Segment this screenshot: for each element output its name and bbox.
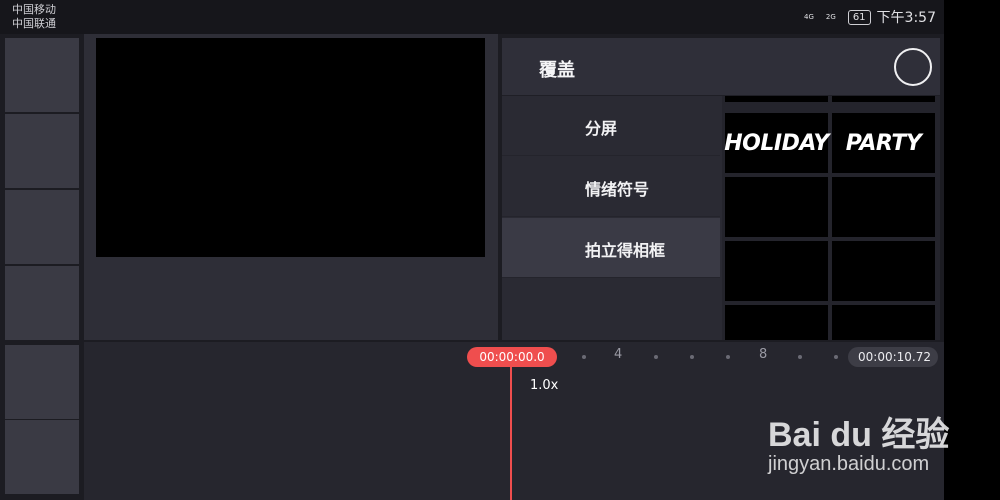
- back-icon[interactable]: [960, 348, 984, 372]
- carrier-1: 中国移动: [12, 3, 56, 16]
- settings-button[interactable]: [5, 266, 79, 340]
- ruler-dot: [834, 355, 838, 359]
- watermark-brand: Bai du 经验: [768, 416, 950, 454]
- ruler-mark: 8: [759, 347, 768, 362]
- ruler-dot: [798, 355, 802, 359]
- sticker-smiley[interactable]: [725, 177, 828, 237]
- network-label-1: 4G: [804, 13, 814, 21]
- redo-button[interactable]: [5, 114, 79, 188]
- category-thumbnail: [509, 106, 578, 146]
- status-bar: 中国移动 中国联通 4G 2G 61 下午3:57: [0, 0, 1000, 34]
- carrier-2: 中国联通: [12, 17, 56, 30]
- home-icon[interactable]: [960, 238, 984, 262]
- watermark: Bai du 经验 jingyan.baidu.com: [762, 395, 992, 495]
- overlay-panel: 覆盖 分屏 情绪符号 拍立得相框 更多: [502, 38, 940, 398]
- ruler-dot: [690, 355, 694, 359]
- sticker-polaroid-frame[interactable]: [725, 241, 828, 301]
- ruler-dot: [654, 355, 658, 359]
- sticker-grid: HOLIDAY PARTY: [722, 96, 940, 340]
- panel-title: 覆盖: [539, 60, 575, 81]
- watermark-url: jingyan.baidu.com: [768, 453, 930, 475]
- share-button[interactable]: [5, 190, 79, 264]
- category-thumbnail: [509, 228, 578, 268]
- category-label: 拍立得相框: [585, 241, 666, 260]
- category-emoticons[interactable]: 情绪符号: [502, 157, 720, 217]
- clock: 下午3:57: [876, 10, 936, 26]
- clip-info: 1.0x: [524, 378, 558, 393]
- sticker-party-text: PARTY: [845, 130, 922, 156]
- status-icons: 4G 2G 61 下午3:57: [792, 7, 936, 27]
- playhead[interactable]: [510, 366, 512, 500]
- chevron-right-icon: [702, 177, 714, 197]
- sticker-frame[interactable]: [832, 305, 935, 340]
- ruler-dot: [582, 355, 586, 359]
- sticker-holiday-text: HOLIDAY: [724, 130, 829, 156]
- chevron-right-icon: [702, 116, 714, 136]
- category-label: 情绪符号: [585, 180, 650, 199]
- sticker-tile[interactable]: [725, 96, 828, 102]
- battery-indicator: 61: [847, 9, 871, 25]
- ruler-dot: [726, 355, 730, 359]
- category-label: 分屏: [585, 119, 618, 138]
- panel-header: 覆盖: [502, 38, 940, 96]
- total-duration: 00:00:10.72: [848, 347, 938, 367]
- confirm-button[interactable]: [894, 48, 932, 86]
- back-chevron-icon[interactable]: [514, 56, 532, 78]
- category-thumbnail: [509, 167, 578, 207]
- recents-icon[interactable]: [960, 127, 984, 151]
- sticker-wide-frame[interactable]: [832, 241, 935, 301]
- clip-speed: 1.0x: [530, 378, 559, 393]
- category-polaroid-frame[interactable]: 拍立得相框: [502, 218, 720, 278]
- adjust-layers-button[interactable]: [5, 345, 79, 419]
- network-label-2: 2G: [825, 13, 836, 21]
- category-split-screen[interactable]: 分屏: [502, 96, 720, 156]
- left-toolbar: [0, 34, 84, 500]
- playhead-time: 00:00:00.0: [467, 347, 557, 367]
- sticker-tile[interactable]: [832, 96, 935, 102]
- sticker-party[interactable]: PARTY: [832, 113, 935, 173]
- skip-to-end-button[interactable]: [5, 420, 79, 494]
- category-list: 分屏 情绪符号 拍立得相框 更多: [502, 96, 720, 398]
- chevron-right-icon: [702, 238, 714, 258]
- sticker-dizzy-face[interactable]: [832, 177, 935, 237]
- ruler-mark: 4: [614, 347, 623, 362]
- sticker-holiday[interactable]: HOLIDAY: [724, 113, 829, 173]
- preview-image: [203, 38, 377, 257]
- sticker-frame[interactable]: [725, 305, 828, 340]
- undo-button[interactable]: [5, 38, 79, 112]
